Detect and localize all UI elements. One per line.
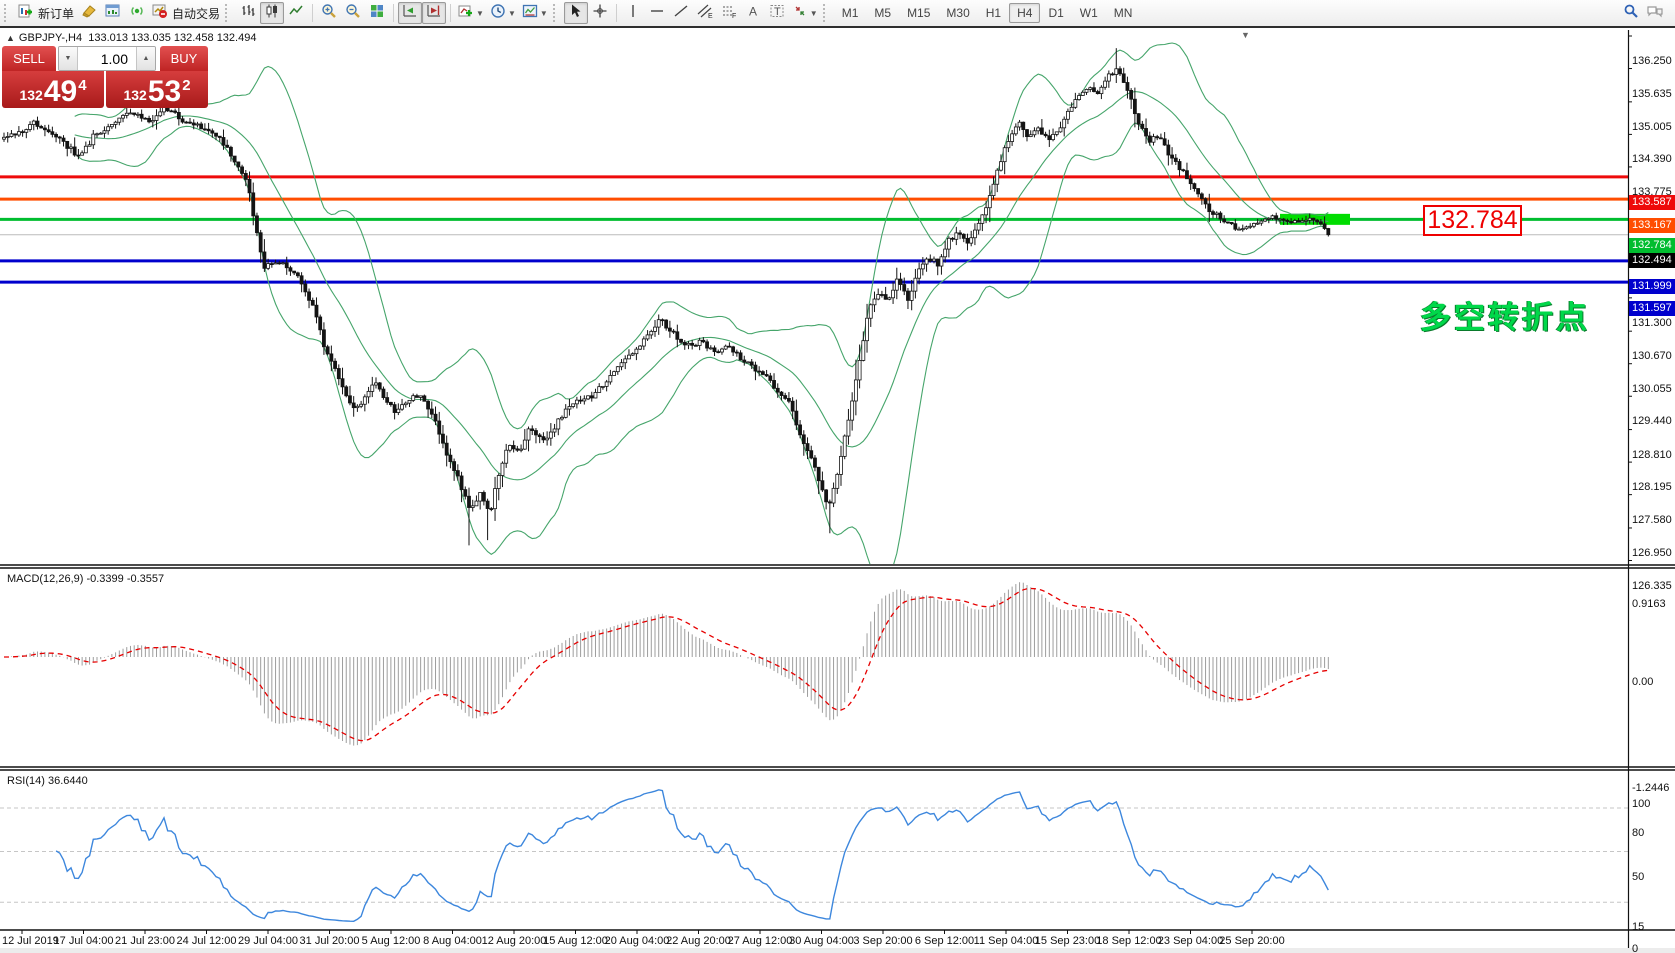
bottom-strip [0, 948, 1675, 953]
sell-price-big: 49 [44, 78, 77, 106]
date-label: 11 Sep 04:00 [974, 935, 1039, 947]
date-label: 27 Aug 12:00 [728, 935, 793, 947]
symbol-info-line: ▲ GBPJPY-,H4 133.013 133.035 132.458 132.… [6, 32, 256, 44]
buy-price-button[interactable]: 132 53 2 [106, 71, 208, 108]
rsi-layer [0, 790, 1628, 922]
rsi-indicator-label: RSI(14) 36.6440 [7, 775, 88, 787]
candles [3, 48, 1330, 545]
mt4-window: 新订单 自动交易 ▼ ▼ ▼ [0, 0, 1675, 953]
panel-collapse-arrow[interactable]: ▲ [6, 33, 15, 43]
price-flag-132.784[interactable]: 132.784 [1629, 238, 1675, 253]
current-price-flag: 132.494 [1629, 253, 1675, 268]
macd-signal-line [4, 589, 1328, 741]
date-label: 30 Aug 04:00 [789, 935, 854, 947]
chart-shift-marker[interactable]: ▼ [1241, 30, 1250, 40]
date-label: 23 Sep 04:00 [1158, 935, 1223, 947]
buy-price-prefix: 132 [123, 87, 146, 103]
price-tick-128.195: 128.195 [1632, 481, 1672, 493]
bollinger-upper-band [75, 43, 1329, 429]
volume-increase-button[interactable]: ▲ [136, 47, 155, 70]
price-tick-126.335: 126.335 [1632, 580, 1672, 592]
bollinger-lower-band [75, 123, 1329, 582]
date-label: 17 Jul 04:00 [54, 935, 114, 947]
date-label: 5 Aug 12:00 [362, 935, 421, 947]
sell-price-button[interactable]: 132 49 4 [2, 71, 104, 108]
volume-spinner: ▼ ▲ [58, 46, 156, 71]
price-flag-131.597[interactable]: 131.597 [1629, 301, 1675, 316]
one-click-trading-panel: SELL ▼ ▲ BUY 132 49 4 132 53 2 [2, 46, 208, 108]
date-label: 12 Jul 2019 [2, 935, 59, 947]
chinese-annotation-text[interactable]: 多空转折点 [1420, 292, 1590, 337]
bollinger-middle-band [75, 92, 1329, 480]
price-tick-129.440: 129.440 [1632, 415, 1672, 427]
main-chart-layer [0, 43, 1628, 582]
date-label: 18 Sep 12:00 [1096, 935, 1161, 947]
date-label: 12 Aug 20:00 [482, 935, 547, 947]
sell-price-prefix: 132 [19, 87, 42, 103]
date-label: 8 Aug 04:00 [423, 935, 482, 947]
date-label: 6 Sep 12:00 [915, 935, 974, 947]
rsi-tick-80: 80 [1632, 827, 1644, 839]
price-tick-130.055: 130.055 [1632, 383, 1672, 395]
rsi-tick-100: 100 [1632, 798, 1650, 810]
date-label: 15 Aug 12:00 [543, 935, 608, 947]
date-label: 29 Jul 04:00 [238, 935, 298, 947]
date-label: 25 Sep 20:00 [1219, 935, 1284, 947]
sell-price-sup: 4 [78, 77, 86, 94]
buy-price-sup: 2 [182, 77, 190, 94]
macd-layer [4, 582, 1328, 745]
macd-tick-0.00: 0.00 [1632, 676, 1653, 688]
date-label: 31 Jul 20:00 [300, 935, 360, 947]
date-label: 20 Aug 04:00 [605, 935, 670, 947]
rsi-tick-50: 50 [1632, 871, 1644, 883]
price-flag-131.999[interactable]: 131.999 [1629, 279, 1675, 294]
price-tick-126.950: 126.950 [1632, 547, 1672, 559]
price-tick-128.810: 128.810 [1632, 449, 1672, 461]
volume-input[interactable] [78, 47, 136, 70]
price-tick-130.670: 130.670 [1632, 350, 1672, 362]
date-label: 21 Jul 23:00 [115, 935, 175, 947]
ohlc-values: 133.013 133.035 132.458 132.494 [88, 32, 256, 44]
buy-button[interactable]: BUY [160, 46, 208, 71]
price-tick-135.005: 135.005 [1632, 121, 1672, 133]
date-label: 3 Sep 20:00 [853, 935, 912, 947]
symbol-name: GBPJPY-,H4 [19, 32, 82, 44]
price-flag-133.587[interactable]: 133.587 [1629, 195, 1675, 210]
price-tick-134.390: 134.390 [1632, 153, 1672, 165]
rsi-tick-0: 0 [1632, 943, 1638, 953]
date-label: 24 Jul 12:00 [177, 935, 237, 947]
price-tick-135.635: 135.635 [1632, 88, 1672, 100]
rsi-line [56, 790, 1328, 922]
macd-tick--1.2446: -1.2446 [1632, 782, 1669, 794]
macd-tick-0.9163: 0.9163 [1632, 598, 1666, 610]
sell-button[interactable]: SELL [2, 46, 56, 71]
price-tick-136.250: 136.250 [1632, 55, 1672, 67]
price-flag-133.167[interactable]: 133.167 [1629, 218, 1675, 233]
rsi-tick-15: 15 [1632, 921, 1644, 933]
chart-canvas[interactable] [0, 2, 1675, 953]
price-tick-131.300: 131.300 [1632, 317, 1672, 329]
buy-price-big: 53 [148, 78, 181, 106]
chart-window: ▲ GBPJPY-,H4 133.013 133.035 132.458 132.… [0, 26, 1675, 953]
macd-indicator-label: MACD(12,26,9) -0.3399 -0.3557 [7, 573, 164, 585]
price-annotation-box[interactable]: 132.784 [1423, 205, 1522, 236]
price-tick-127.580: 127.580 [1632, 514, 1672, 526]
date-label: 15 Sep 23:00 [1035, 935, 1100, 947]
date-label: 22 Aug 20:00 [666, 935, 731, 947]
volume-decrease-button[interactable]: ▼ [59, 47, 78, 70]
